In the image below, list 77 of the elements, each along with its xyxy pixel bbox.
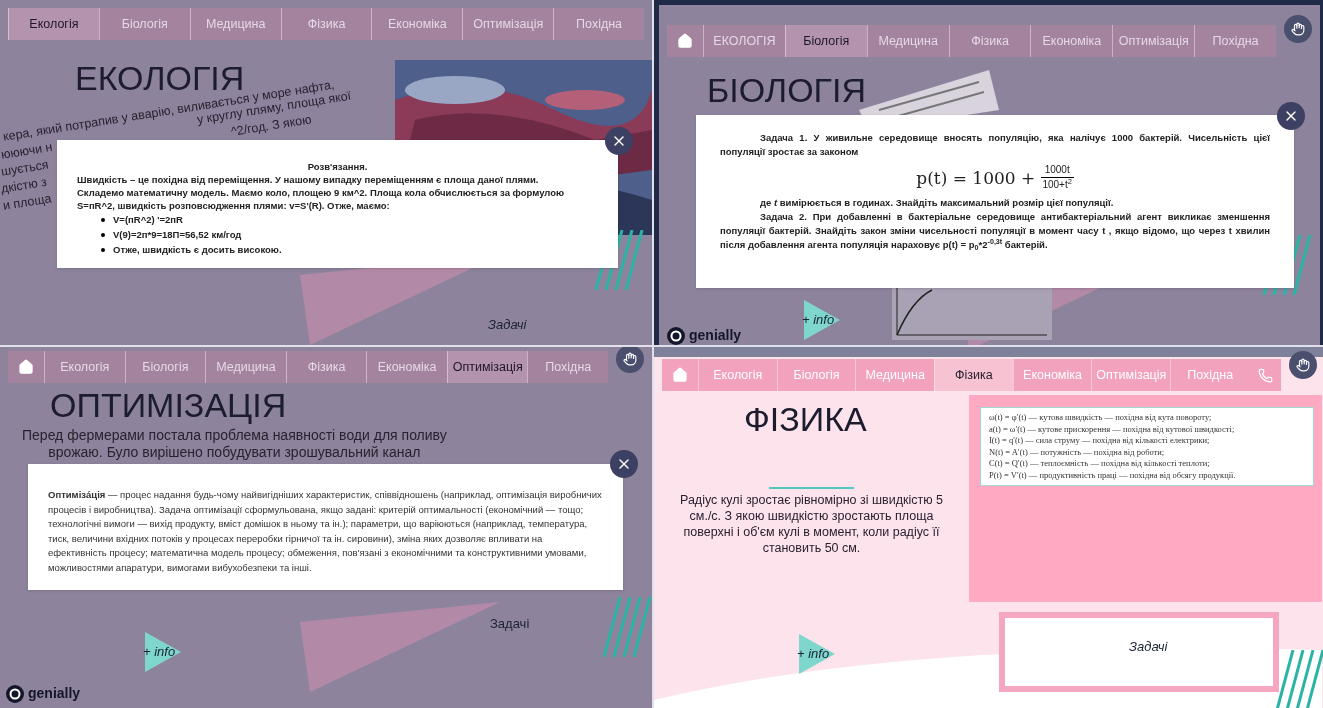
nav-tab[interactable]: Екологія bbox=[44, 351, 125, 383]
body-text: Радіус кулі зростає рівномірно зі швидкістю 5 см./с. З якою швидкістю зростають площа поверхні і об'єм кулі в момент, коли радіус її становить 50 см. bbox=[679, 492, 944, 556]
dialog-paragraph: де t вимірюється в годинах. Знайдіть максимальний розмір цієї популяції. bbox=[759, 196, 1115, 210]
nav-tab[interactable]: Економіка bbox=[1030, 25, 1113, 57]
nav-tab[interactable]: Медицина bbox=[205, 351, 286, 383]
body-text: врожаю. Було вирішено побудувати зрошувальний канал bbox=[47, 444, 422, 461]
home-icon bbox=[677, 33, 693, 49]
nav-tab[interactable]: Оптимізація bbox=[462, 8, 554, 40]
nav-tab[interactable]: Фізика bbox=[934, 359, 1013, 391]
nav-tab[interactable]: Фізика bbox=[948, 25, 1031, 57]
body-text: Перед фермерами постала проблема наявності води для поливу bbox=[22, 427, 447, 444]
slide-title: БІОЛОГІЯ bbox=[707, 70, 866, 110]
logo-icon bbox=[667, 326, 685, 345]
nav-tab[interactable]: Екологія bbox=[8, 8, 99, 40]
dialog-paragraph: Швидкість – це похідна від переміщення. У нашому випадку переміщенням є площа даної плями. bbox=[77, 173, 540, 186]
dialog-paragraph: Складемо математичну модель. Маємо коло, площею 9 км^2. Площа кола обчислюється за формулою S=пR^2, швидкість розповсюдження плями: v=S'(R). Отже, маємо: bbox=[77, 186, 566, 212]
dialog-heading: Розв'язання. bbox=[306, 160, 369, 173]
close-button[interactable] bbox=[610, 450, 638, 478]
nav-tab[interactable]: Похідна bbox=[1170, 359, 1249, 391]
nav-tab[interactable]: Біологія bbox=[776, 359, 856, 391]
nav-tab[interactable]: Оптимізація bbox=[1091, 359, 1171, 391]
nav-tab[interactable]: Похідна bbox=[1194, 25, 1276, 57]
fraction-denominator: 100+t$^{2}$ bbox=[1042, 178, 1072, 192]
formula-line: ω(t) = φ′(t) — кутова швидкість — похідна від кута повороту; bbox=[989, 412, 1213, 424]
nav-tab[interactable]: Медицина bbox=[866, 25, 949, 57]
fraction-numerator: 1000t bbox=[1040, 163, 1074, 178]
stripes-drawing bbox=[602, 597, 652, 657]
nav-tab[interactable]: Біологія bbox=[124, 351, 206, 383]
hand-button[interactable] bbox=[616, 347, 644, 373]
dialog-paragraph: Оптимізáція — процес надання будь-чому найвигідніших характеристик, співвідношень (наприклад, оптимізація виробничих процесів і виробництва). Задача оптимізації сформульована, якщо задані: критерій оптимальності (економічний — тощо; технологічні вимоги — вихід продукту, вміст домішок в ньому та ін.); параметри, що варіюються (наприклад, температура, тиск, величини вхідних потоків у процесах переробки гірничої та ін. сировини), зміна яких дозволяє впливати на ефективність процесу; математична модель процесу; обмеження, пов'язані з економічними та конструктивними умовами, можливостями апаратури, вимогами вибухобезпеки та інші. bbox=[48, 488, 603, 575]
slide-title: ОПТИМІЗАЦІЯ bbox=[50, 385, 287, 425]
tasks-link[interactable]: Задачі bbox=[488, 315, 527, 335]
hand-icon bbox=[623, 352, 637, 366]
formula-line: P(t) = V′(t) — продуктивність праці — похідна від обсягу продукції. bbox=[989, 469, 1237, 481]
nav-tab[interactable]: Оптимізація bbox=[446, 351, 528, 383]
triangle-icon bbox=[143, 630, 183, 674]
logo-text: genially bbox=[689, 326, 742, 345]
nav-tab[interactable]: Біологія bbox=[784, 25, 867, 57]
formula-line: I(t) = q′(t) — сила струму — похідна від кількості електрики; bbox=[989, 435, 1211, 447]
nav-tab[interactable]: Фізика bbox=[280, 8, 372, 40]
bullet-item: V=(пR^2) '=2пR bbox=[101, 212, 598, 227]
logo-text: genially bbox=[28, 684, 81, 703]
phone-icon bbox=[1257, 367, 1273, 383]
home-icon bbox=[672, 367, 688, 383]
formula-line: a(t) = ω′(t) — кутове прискорення — похідна від кутової швидкості; bbox=[989, 423, 1236, 435]
nav-tab[interactable]: ЕКОЛОГІЯ bbox=[703, 25, 785, 57]
nav-tab[interactable]: Медицина bbox=[189, 8, 281, 40]
nav-tab[interactable]: Похідна bbox=[553, 8, 644, 40]
tasks-link[interactable]: Задачі bbox=[490, 614, 530, 634]
nav-tab[interactable]: Економіка bbox=[366, 351, 447, 383]
tasks-link[interactable]: Задачі bbox=[1129, 637, 1168, 657]
nav-tab[interactable]: Біологія bbox=[98, 8, 190, 40]
dialog-paragraph: Задача 2. При добавленні в бактеріальне середовище антибактеріальний агент викликає зменшення популяції бактерій. Знайдіть закон зміни чисельності популяції в момент часу t , якщо відомо, що через t хвилин після добавлення агента популяція нараховує p(t) = p$_{0}$*2$^{-0,3t}$ бактерій. bbox=[720, 210, 1270, 252]
logo-icon bbox=[6, 684, 24, 703]
body-text: шується bbox=[0, 157, 50, 179]
formula-line: N(t) = A′(t) — потужність — похідна від роботи; bbox=[989, 446, 1166, 458]
nav-tab[interactable]: Економіка bbox=[1012, 359, 1092, 391]
hand-button[interactable] bbox=[1289, 351, 1317, 379]
triangle-icon bbox=[797, 632, 837, 676]
bullet-item: Отже, швидкість є досить високою. bbox=[101, 242, 598, 257]
home-icon bbox=[18, 359, 34, 375]
hand-button[interactable] bbox=[1284, 15, 1312, 43]
formula-line: C(t) = Q′(t) — теплоємність — похідна від кількості теплоти; bbox=[989, 458, 1211, 470]
slide-title: ЕКОЛОГІЯ bbox=[75, 58, 245, 97]
nav-tab[interactable]: Екологія bbox=[698, 359, 777, 391]
nav-tab[interactable]: Економіка bbox=[371, 8, 463, 40]
stripes-drawing bbox=[1275, 650, 1323, 708]
hand-icon bbox=[1291, 22, 1305, 36]
close-button[interactable] bbox=[1277, 102, 1305, 130]
nav-tab[interactable]: Похідна bbox=[527, 351, 609, 383]
bullet-item: V(9)=2п*9=18П=56,52 км/год bbox=[101, 227, 598, 242]
slide-title: ФІЗИКА bbox=[744, 399, 867, 439]
nav-tab[interactable]: Оптимізація bbox=[1112, 25, 1195, 57]
triangle-icon bbox=[802, 298, 842, 342]
nav-tab[interactable]: Фізика bbox=[285, 351, 367, 383]
hand-icon bbox=[1296, 358, 1310, 372]
dialog-paragraph: Задача 1. У живильне середовище вносять популяцію, яка налічує 1000 бактерій. Чисельність цієї популяції зростає за законом bbox=[720, 131, 1270, 159]
